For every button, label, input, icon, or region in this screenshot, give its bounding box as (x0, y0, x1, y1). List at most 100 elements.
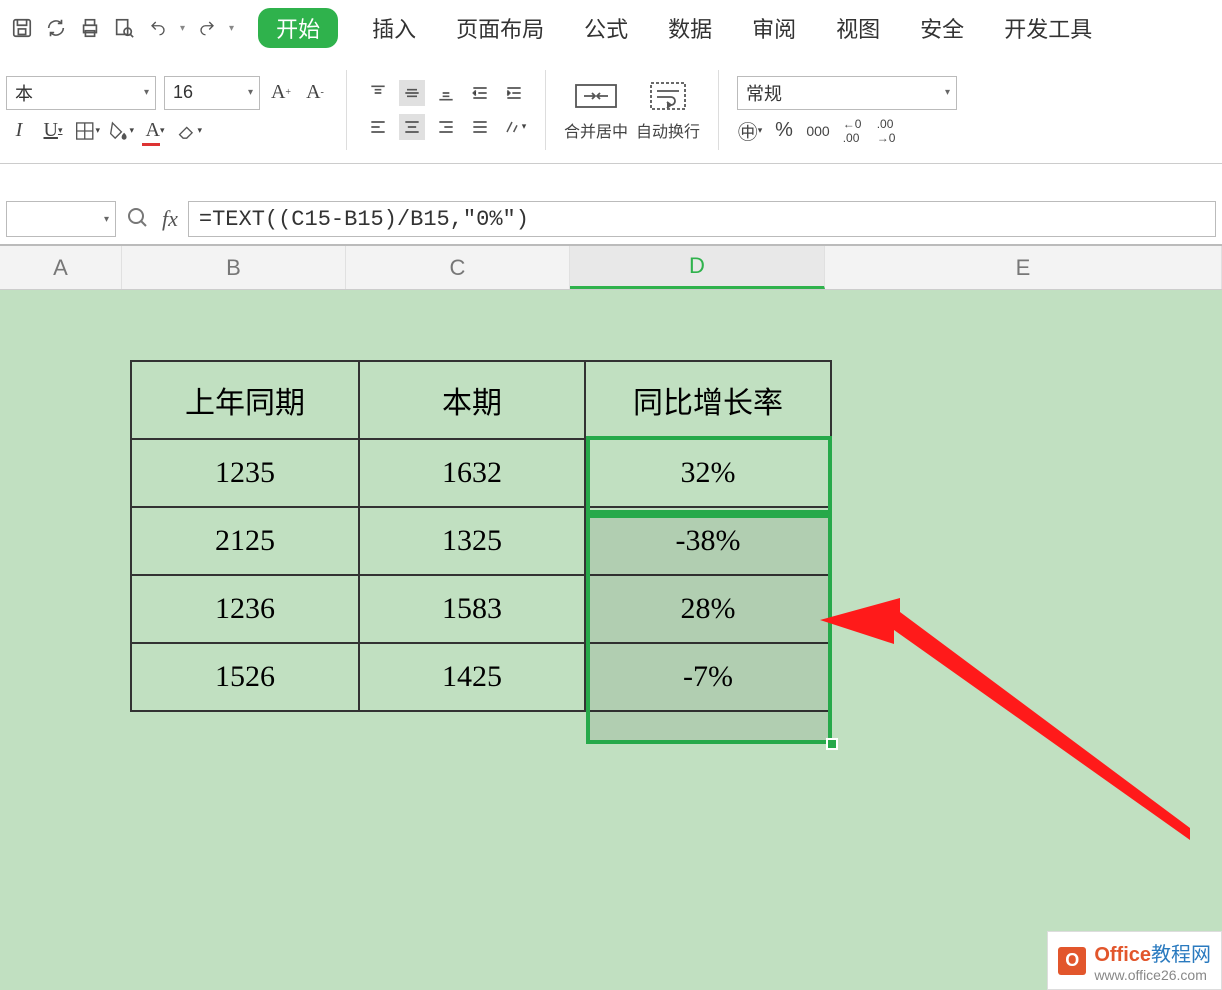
align-center-icon[interactable] (399, 114, 425, 140)
tab-review[interactable]: 审阅 (746, 8, 802, 48)
chevron-down-icon: ▾ (104, 214, 109, 225)
cell[interactable]: 1236 (131, 575, 359, 643)
decrease-font-icon[interactable]: A- (302, 80, 328, 106)
cell[interactable]: 1526 (131, 643, 359, 711)
tab-layout[interactable]: 页面布局 (450, 8, 550, 48)
annotation-arrow (820, 580, 1200, 850)
undo-icon[interactable] (146, 16, 170, 40)
tab-dev[interactable]: 开发工具 (998, 8, 1098, 48)
wrap-button[interactable]: 自动换行 (636, 78, 700, 142)
align-left-icon[interactable] (365, 114, 391, 140)
worksheet-area[interactable]: 上年同期 本期 同比增长率 1235 1632 32% 2125 1325 -3… (0, 290, 1222, 990)
font-color-icon[interactable]: A ▾ (142, 118, 168, 144)
fx-label[interactable]: fx (162, 206, 178, 232)
watermark-brand2: 教程网 (1151, 944, 1211, 966)
font-group: 本▾ 16▾ A+ A- I U ▾ ▾ ▾ A ▾ ▾ (6, 76, 328, 144)
preview-icon[interactable] (112, 16, 136, 40)
font-size-combo[interactable]: 16▾ (164, 76, 260, 110)
wrap-icon (646, 78, 690, 114)
data-table: 上年同期 本期 同比增长率 1235 1632 32% 2125 1325 -3… (130, 360, 832, 712)
number-format-combo[interactable]: 常规 ▾ (737, 76, 957, 110)
number-group: 常规 ▾ ㊥ ▾ % 000 ←0.00 .00→0 (737, 76, 957, 144)
cell[interactable]: -7% (585, 643, 831, 711)
col-header-c[interactable]: C (346, 246, 570, 289)
column-headers: A B C D E (0, 246, 1222, 290)
chevron-down-icon[interactable]: ▾ (229, 23, 234, 34)
indent-decrease-icon[interactable] (467, 80, 493, 106)
eraser-icon[interactable]: ▾ (176, 118, 202, 144)
cell[interactable]: 1583 (359, 575, 585, 643)
formula-input[interactable]: =TEXT((C15-B15)/B15,"0%") (188, 201, 1216, 237)
fill-handle[interactable] (826, 738, 838, 750)
table-row: 2125 1325 -38% (131, 507, 831, 575)
tab-view[interactable]: 视图 (830, 8, 886, 48)
table-row: 1236 1583 28% (131, 575, 831, 643)
increase-decimal-icon[interactable]: ←0.00 (839, 118, 865, 144)
cell[interactable]: 2125 (131, 507, 359, 575)
italic-icon[interactable]: I (6, 118, 32, 144)
menu-bar: ▾ ▾ 开始 插入 页面布局 公式 数据 审阅 视图 安全 开发工具 (0, 0, 1222, 56)
chevron-down-icon[interactable]: ▾ (180, 23, 185, 34)
chevron-down-icon: ▾ (144, 87, 149, 98)
number-format-value: 常规 (746, 80, 782, 106)
merge-label: 合并居中 (564, 118, 628, 142)
cell[interactable]: 1325 (359, 507, 585, 575)
table-row: 1526 1425 -7% (131, 643, 831, 711)
merge-icon (574, 78, 618, 114)
separator (346, 70, 347, 150)
increase-font-icon[interactable]: A+ (268, 80, 294, 106)
cell[interactable]: 32% (585, 439, 831, 507)
align-middle-icon[interactable] (399, 80, 425, 106)
orientation-icon[interactable]: ▾ (501, 114, 527, 140)
cell[interactable]: -38% (585, 507, 831, 575)
align-group: ▾ (365, 80, 527, 140)
header-cell[interactable]: 上年同期 (131, 361, 359, 439)
col-header-b[interactable]: B (122, 246, 346, 289)
col-header-e[interactable]: E (825, 246, 1222, 289)
tab-security[interactable]: 安全 (914, 8, 970, 48)
tab-insert[interactable]: 插入 (366, 8, 422, 48)
name-box[interactable]: ▾ (6, 201, 116, 237)
currency-icon[interactable]: ㊥ ▾ (737, 118, 763, 144)
chevron-down-icon: ▾ (945, 87, 950, 98)
watermark-url: www.office26.com (1094, 967, 1211, 983)
comma-icon[interactable]: 000 (805, 118, 831, 144)
fill-color-icon[interactable]: ▾ (108, 118, 134, 144)
cell[interactable]: 1632 (359, 439, 585, 507)
align-bottom-icon[interactable] (433, 80, 459, 106)
header-cell[interactable]: 同比增长率 (585, 361, 831, 439)
table-header-row: 上年同期 本期 同比增长率 (131, 361, 831, 439)
percent-icon[interactable]: % (771, 118, 797, 144)
redo-icon[interactable] (195, 16, 219, 40)
align-top-icon[interactable] (365, 80, 391, 106)
justify-icon[interactable] (467, 114, 493, 140)
table-row: 1235 1632 32% (131, 439, 831, 507)
ribbon-tabs: 开始 插入 页面布局 公式 数据 审阅 视图 安全 开发工具 (258, 8, 1098, 48)
font-name-value: 本 (15, 80, 33, 106)
zoom-icon[interactable] (126, 206, 152, 232)
borders-icon[interactable]: ▾ (74, 118, 100, 144)
tab-data[interactable]: 数据 (662, 8, 718, 48)
save-icon[interactable] (10, 16, 34, 40)
cell[interactable]: 1425 (359, 643, 585, 711)
underline-icon[interactable]: U ▾ (40, 118, 66, 144)
decrease-decimal-icon[interactable]: .00→0 (873, 118, 899, 144)
indent-increase-icon[interactable] (501, 80, 527, 106)
col-header-d[interactable]: D (570, 246, 825, 289)
sync-icon[interactable] (44, 16, 68, 40)
col-header-a[interactable]: A (0, 246, 122, 289)
cell[interactable]: 1235 (131, 439, 359, 507)
align-right-icon[interactable] (433, 114, 459, 140)
font-name-combo[interactable]: 本▾ (6, 76, 156, 110)
header-cell[interactable]: 本期 (359, 361, 585, 439)
separator (545, 70, 546, 150)
tab-home[interactable]: 开始 (258, 8, 338, 48)
tab-formula[interactable]: 公式 (578, 8, 634, 48)
font-size-value: 16 (173, 82, 193, 103)
formula-bar: ▾ fx =TEXT((C15-B15)/B15,"0%") (0, 194, 1222, 246)
formula-text: =TEXT((C15-B15)/B15,"0%") (199, 207, 529, 232)
print-icon[interactable] (78, 16, 102, 40)
merge-button[interactable]: 合并居中 (564, 78, 628, 142)
cell[interactable]: 28% (585, 575, 831, 643)
quick-access-toolbar: ▾ ▾ (10, 16, 234, 40)
